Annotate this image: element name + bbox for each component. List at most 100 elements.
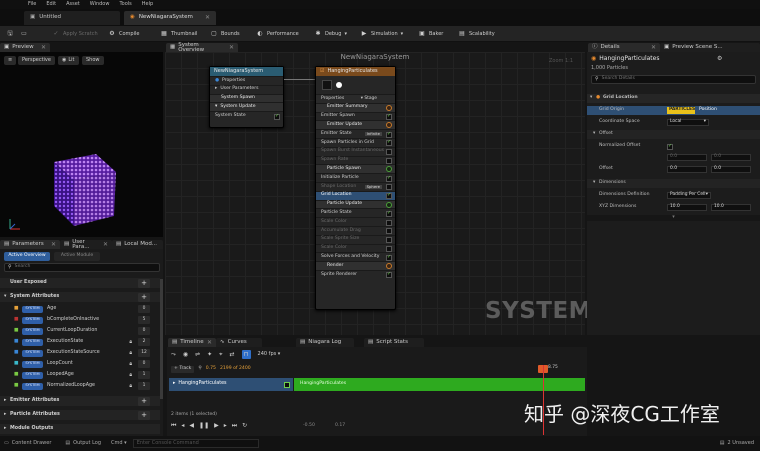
dimensions-definition-select[interactable]: Padding Per Cell ▾ bbox=[667, 192, 711, 199]
close-icon[interactable]: ✕ bbox=[207, 340, 212, 346]
bounds-button[interactable]: ▢ Bounds bbox=[210, 29, 239, 39]
viewport-menu-button[interactable]: ≡ bbox=[4, 56, 17, 65]
save-button[interactable]: 🖫 bbox=[6, 29, 14, 39]
system-state-checkbox[interactable] bbox=[274, 113, 280, 120]
offset-x-input[interactable]: 0.0 bbox=[667, 166, 707, 173]
list-item[interactable]: ■ SYSTEM ExecutionState 🔒︎ 2 bbox=[0, 337, 160, 347]
normalized-offset-checkbox[interactable] bbox=[667, 143, 673, 150]
step-forward-icon[interactable]: ▸ bbox=[224, 423, 227, 429]
details-search-input[interactable]: ⚲ Search Details bbox=[591, 75, 756, 84]
view-options-icon[interactable]: ◉ bbox=[183, 351, 188, 358]
emitter-node-header[interactable]: ☑ HangingParticulates bbox=[316, 67, 395, 76]
close-icon[interactable]: ✕ bbox=[51, 242, 56, 248]
compile-button[interactable]: ⚙ Compile bbox=[108, 29, 139, 39]
module-enabled-checkbox[interactable] bbox=[386, 210, 392, 217]
emitter-stack-row[interactable]: Emitter Summary bbox=[316, 102, 395, 112]
system-update-row[interactable]: ▾ System Update bbox=[210, 102, 283, 112]
magnet-icon[interactable]: ⊓ bbox=[241, 350, 251, 359]
skip-end-icon[interactable]: ⏭ bbox=[232, 423, 237, 429]
add-module-icon[interactable] bbox=[386, 201, 392, 208]
step-back-icon[interactable]: ◂ bbox=[181, 423, 184, 429]
scrollbar[interactable] bbox=[160, 279, 163, 399]
list-item[interactable]: ■ SYSTEM Age 0 bbox=[0, 304, 160, 314]
offset-y-input[interactable]: 0.0 bbox=[711, 166, 751, 173]
emitter-stack-row[interactable]: Scale Color bbox=[316, 243, 395, 253]
dimension-x-input[interactable]: 10.0 bbox=[667, 204, 707, 211]
debug-button[interactable]: ✱ Debug ▾ bbox=[314, 29, 346, 39]
xyz-dimensions-row[interactable]: XYZ Dimensions 10.0 10.0 bbox=[587, 203, 760, 212]
playback-options-icon[interactable]: ✦ bbox=[207, 351, 212, 358]
gear-icon[interactable]: ⚙ bbox=[717, 56, 722, 62]
add-track-button[interactable]: + Track bbox=[171, 366, 195, 373]
system-spawn-row[interactable]: System Spawn bbox=[210, 93, 283, 103]
dimension-y-input[interactable]: 10.0 bbox=[711, 204, 751, 211]
output-log-button[interactable]: ▤ Output Log bbox=[65, 441, 101, 446]
list-item[interactable]: ■ SYSTEM ExecutionStateSource 🔒︎ 12 bbox=[0, 348, 160, 358]
system-attributes-section[interactable]: ▾ System Attributes + bbox=[0, 292, 160, 302]
track-enabled-checkbox[interactable] bbox=[284, 381, 290, 388]
emitter-stack-row[interactable]: Shape Location Sphere bbox=[316, 181, 395, 191]
offset-section[interactable]: ▾ Offset bbox=[587, 130, 760, 139]
scalability-button[interactable]: ▤ Scalability bbox=[458, 29, 495, 39]
close-icon[interactable]: ✕ bbox=[103, 242, 108, 248]
emitter-stack-row[interactable]: Scale Sprite Size bbox=[316, 234, 395, 244]
module-enabled-checkbox[interactable] bbox=[386, 140, 392, 147]
emitter-stack-row[interactable]: Particle State bbox=[316, 208, 395, 217]
module-enabled-checkbox[interactable] bbox=[386, 114, 392, 121]
menu-edit[interactable]: Edit bbox=[46, 2, 56, 7]
emitter-properties-row[interactable]: Properties ▾ Stage bbox=[316, 94, 395, 103]
track-row-hanging-particulates[interactable]: ▸ HangingParticulates bbox=[169, 378, 293, 391]
emitter-stack-row[interactable]: Accumulate Drag bbox=[316, 225, 395, 235]
add-particle-attribute-button[interactable]: + bbox=[138, 410, 150, 420]
menu-asset[interactable]: Asset bbox=[66, 2, 80, 7]
show-button[interactable]: Show bbox=[82, 56, 104, 65]
emitter-attributes-section[interactable]: ▸ Emitter Attributes + bbox=[0, 396, 160, 406]
preview-viewport[interactable]: ≡ Perspective ◉ Lit Show bbox=[0, 52, 163, 237]
menu-file[interactable]: File bbox=[28, 2, 36, 7]
performance-button[interactable]: ◐ Performance bbox=[256, 29, 298, 39]
browse-button[interactable]: ▭ bbox=[20, 29, 28, 39]
skip-start-icon[interactable]: ⏮ bbox=[171, 423, 176, 429]
play-reverse-icon[interactable]: ◀ bbox=[189, 423, 194, 429]
module-enabled-checkbox[interactable] bbox=[386, 193, 392, 200]
system-node[interactable]: NewNiagaraSystem ● Properties ▸ User Param… bbox=[209, 66, 284, 128]
module-enabled-checkbox[interactable] bbox=[386, 158, 392, 165]
add-module-icon[interactable] bbox=[386, 263, 392, 270]
module-enabled-checkbox[interactable] bbox=[386, 254, 392, 261]
module-outputs-section[interactable]: ▸ Module Outputs bbox=[0, 424, 160, 434]
emitter-stack-row[interactable]: Spawn Burst Instantaneous bbox=[316, 146, 395, 156]
close-icon[interactable]: ✕ bbox=[229, 45, 234, 51]
play-icon[interactable]: ▶ bbox=[214, 423, 219, 429]
close-icon[interactable]: ✕ bbox=[651, 45, 656, 51]
normalized-offset-row[interactable]: Normalized Offset bbox=[587, 142, 760, 151]
apply-scratch-button[interactable]: ✓ Apply Scratch bbox=[52, 29, 97, 39]
tab-new-niagara-system[interactable]: ◉ NewNiagaraSystem ✕ bbox=[124, 11, 216, 25]
menu-window[interactable]: Window bbox=[90, 2, 110, 7]
thumbnail-button[interactable]: ▦ Thumbnail bbox=[160, 29, 197, 39]
cmd-select[interactable]: Cmd ▾ bbox=[111, 441, 127, 446]
emitter-stack-row[interactable]: Solve Forces and Velocity bbox=[316, 252, 395, 261]
emitter-stack-row[interactable]: Spawn Particles in Grid bbox=[316, 137, 395, 147]
emitter-stack-row[interactable]: Particle Spawn bbox=[316, 164, 395, 174]
offset-x-input[interactable]: 0.0 bbox=[667, 154, 707, 161]
system-state-row[interactable]: System State bbox=[210, 111, 283, 120]
menu-help[interactable]: Help bbox=[142, 2, 153, 7]
emitter-stack-row[interactable]: Spawn Rate bbox=[316, 155, 395, 165]
emitter-stack-row[interactable]: Initialize Particle bbox=[316, 173, 395, 182]
particle-attributes-section[interactable]: ▸ Particle Attributes + bbox=[0, 410, 160, 420]
emitter-stack-row[interactable]: Particle Update bbox=[316, 199, 395, 209]
add-user-parameter-button[interactable]: + bbox=[138, 278, 150, 288]
close-icon[interactable]: ✕ bbox=[205, 15, 210, 21]
snap-icon[interactable]: ⇌ bbox=[195, 351, 200, 358]
coordinate-space-select[interactable]: Local ▾ bbox=[667, 119, 709, 126]
content-drawer-button[interactable]: ▭ Content Drawer bbox=[4, 441, 51, 446]
emitter-stack-row[interactable]: Sprite Renderer bbox=[316, 269, 395, 279]
add-module-icon[interactable] bbox=[386, 104, 392, 111]
expand-more-icon[interactable]: ▾ bbox=[587, 215, 760, 221]
offset-values-row[interactable]: 0.0 0.0 bbox=[587, 153, 760, 162]
module-enabled-checkbox[interactable] bbox=[386, 237, 392, 244]
module-enabled-checkbox[interactable] bbox=[386, 219, 392, 226]
system-properties-row[interactable]: ● Properties bbox=[210, 76, 283, 85]
emitter-stack-row[interactable]: Emitter State Infinite bbox=[316, 129, 395, 138]
perspective-button[interactable]: Perspective bbox=[18, 56, 55, 65]
